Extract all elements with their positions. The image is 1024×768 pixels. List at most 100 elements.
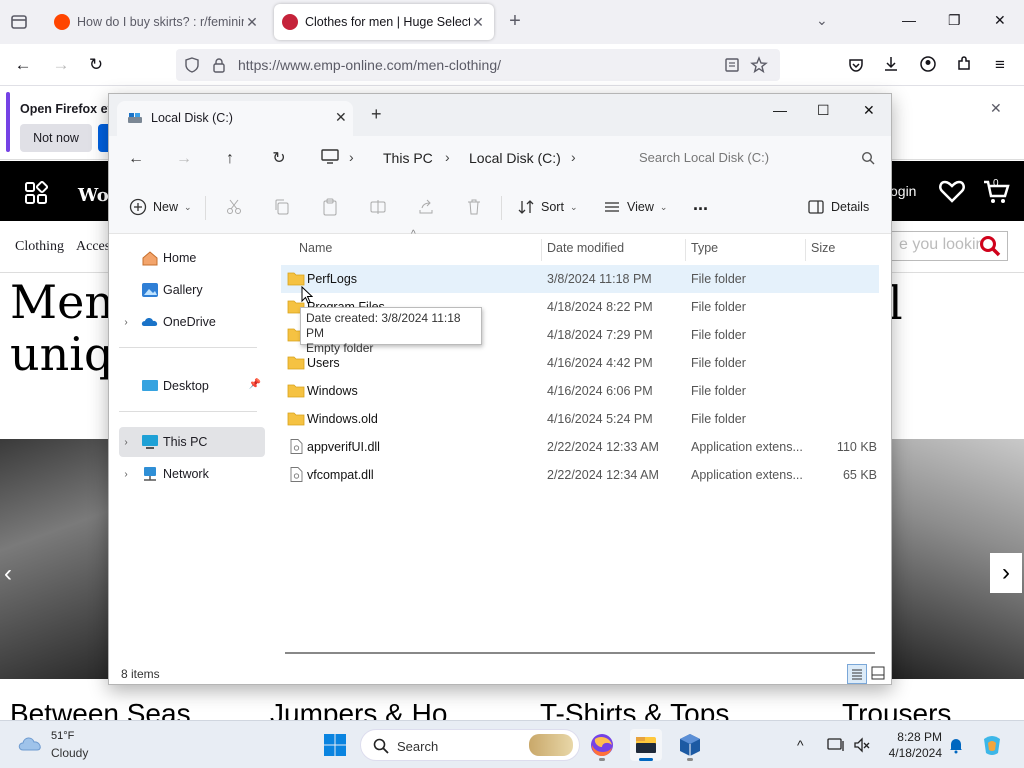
breadcrumb-chevron-icon[interactable]: › [445,149,450,165]
downloads-icon[interactable] [882,55,900,73]
share-button[interactable] [417,198,441,216]
new-tab-button[interactable]: + [371,104,382,125]
column-divider[interactable] [685,239,686,261]
new-button[interactable]: New ⌄ [129,198,192,216]
column-divider[interactable] [805,239,806,261]
reload-button[interactable]: ↻ [85,54,107,76]
url-text[interactable]: https://www.emp-online.com/men-clothing/ [238,57,501,73]
back-button[interactable]: ← [125,148,147,170]
more-options-button[interactable]: ... [693,194,708,215]
lock-icon[interactable] [212,57,226,73]
site-nav-partial[interactable]: Wo [78,185,109,206]
carousel-prev-icon[interactable]: ‹ [4,560,12,588]
breadcrumb-this-pc[interactable]: This PC [383,150,433,166]
taskbar-search-box[interactable]: Search [360,729,580,761]
carousel-next-icon[interactable]: › [990,553,1022,593]
tab-emp[interactable]: Clothes for men | Huge Selectio ✕ [274,4,494,40]
notification-bell-icon[interactable] [947,736,965,754]
close-window-button[interactable]: ✕ [863,102,875,119]
refresh-button[interactable]: ↻ [268,148,290,170]
firefox-view-icon[interactable] [8,11,30,33]
category-between-seasons[interactable]: Between Seas [10,698,191,720]
category-tshirts[interactable]: T-Shirts & Tops [540,698,729,720]
taskbar-virtualbox[interactable] [674,729,706,761]
breadcrumb[interactable]: › This PC › Local Disk (C:) › [313,142,625,172]
maximize-button[interactable]: ☐ [817,102,830,119]
copilot-icon[interactable] [980,733,1004,757]
menu-accessories[interactable]: Acces [76,239,110,255]
tiles-view-icon[interactable] [871,666,885,680]
apps-grid-icon[interactable] [24,181,48,205]
table-row[interactable]: Windows.old 4/16/2024 5:24 PM File folder [281,405,879,433]
list-all-tabs-icon[interactable]: ⌄ [816,12,828,29]
clock-date[interactable]: 4/18/2024 [882,746,942,760]
close-tab-icon[interactable]: ✕ [244,14,260,31]
details-view-toggle[interactable] [847,664,867,684]
sort-button[interactable]: Sort ⌄ [517,198,577,216]
close-tab-icon[interactable]: ✕ [470,14,486,31]
site-search-input[interactable]: e you lookin [886,231,1008,261]
weather-temperature[interactable]: 51°F [51,730,74,742]
column-type[interactable]: Type [691,241,718,255]
url-bar[interactable]: https://www.emp-online.com/men-clothing/ [176,49,780,81]
column-divider[interactable] [541,239,542,261]
table-row[interactable]: appverifUI.dll 2/22/2024 12:33 AM Applicat… [281,433,879,461]
nav-item-desktop[interactable]: Desktop 📌 [119,371,265,401]
breadcrumb-chevron-icon[interactable]: › [571,149,576,165]
nav-item-this-pc[interactable]: › This PC [119,427,265,457]
monitor-icon[interactable] [321,149,339,165]
windows-start-icon[interactable] [323,733,347,757]
weather-condition[interactable]: Cloudy [51,746,88,760]
table-row[interactable]: PerfLogs 3/8/2024 11:18 PM File folder [281,265,879,293]
table-row[interactable]: Windows 4/16/2024 6:06 PM File folder [281,377,879,405]
category-jumpers[interactable]: Jumpers & Ho [270,698,447,720]
expand-chevron-icon[interactable]: › [119,317,133,328]
taskbar-file-explorer[interactable] [630,729,662,761]
cloud-icon[interactable] [18,734,44,752]
shield-icon[interactable] [184,57,200,73]
nav-item-network[interactable]: › Network [119,459,265,489]
cut-button[interactable] [225,198,249,216]
delete-button[interactable] [465,198,489,216]
breadcrumb-chevron-icon[interactable]: › [349,149,354,165]
minimize-button[interactable]: — [902,12,916,28]
minimize-button[interactable]: — [773,102,787,118]
back-button[interactable]: ← [12,54,34,76]
copy-button[interactable] [273,198,297,216]
breadcrumb-local-disk[interactable]: Local Disk (C:) [469,150,561,166]
restore-button[interactable]: ❐ [948,12,961,29]
forward-button[interactable]: → [173,148,195,170]
expand-chevron-icon[interactable]: › [119,469,133,480]
forward-button[interactable]: → [50,54,72,76]
explorer-tab[interactable]: Local Disk (C:) ✕ [117,101,353,136]
extensions-icon[interactable] [955,55,973,73]
new-tab-button[interactable]: + [504,11,526,33]
column-size[interactable]: Size [811,241,835,255]
pin-icon[interactable]: 📌 [249,379,261,390]
search-icon[interactable] [979,235,1001,257]
category-trousers[interactable]: Trousers [842,698,951,720]
display-icon[interactable] [827,736,845,754]
view-button[interactable]: View ⌄ [603,198,667,216]
bookmark-star-icon[interactable] [750,56,768,74]
pocket-icon[interactable] [847,56,865,74]
show-hidden-icons-icon[interactable]: ^ [797,737,804,753]
table-row[interactable]: vfcompat.dll 2/22/2024 12:34 AM Applicatio… [281,461,879,489]
not-now-button[interactable]: Not now [20,124,92,152]
close-window-button[interactable]: ✕ [994,12,1006,29]
close-tab-icon[interactable]: ✕ [335,109,347,126]
tab-reddit[interactable]: How do I buy skirts? : r/feminin ✕ [46,4,268,40]
account-icon[interactable] [919,55,937,73]
nav-item-gallery[interactable]: Gallery [119,275,265,305]
horizontal-scrollbar[interactable] [285,652,875,654]
explorer-search-input[interactable]: Search Local Disk (C:) [629,142,883,172]
reader-view-icon[interactable] [724,57,740,73]
paste-button[interactable] [321,198,345,216]
wishlist-heart-icon[interactable] [938,177,966,205]
clock-time[interactable]: 8:28 PM [888,730,942,744]
close-notification-icon[interactable]: ✕ [990,100,1002,117]
column-date[interactable]: Date modified [547,241,624,255]
details-button[interactable]: Details [807,198,869,216]
hamburger-menu-icon[interactable]: ≡ [989,54,1011,76]
nav-item-onedrive[interactable]: › OneDrive [119,307,265,337]
